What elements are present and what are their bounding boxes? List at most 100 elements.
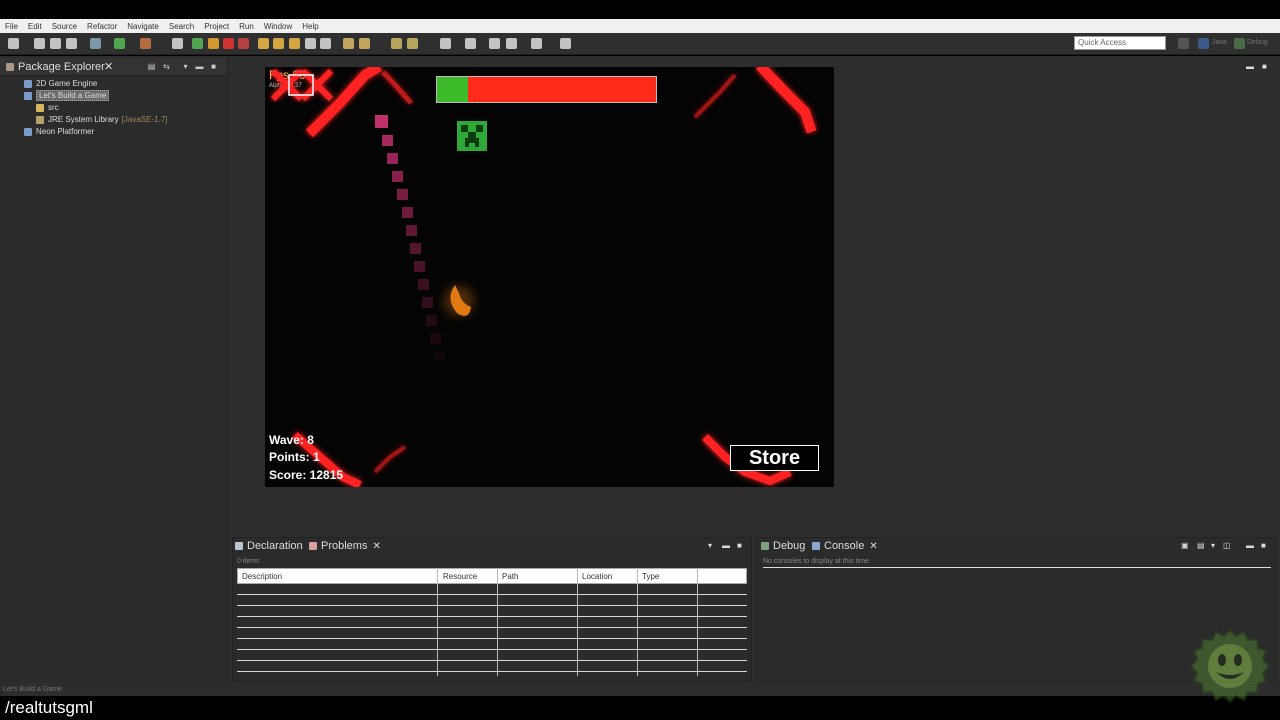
menu-run[interactable]: Run bbox=[239, 22, 254, 31]
menu-refactor[interactable]: Refactor bbox=[87, 22, 117, 31]
minimize-icon[interactable]: ▬ bbox=[1246, 541, 1254, 550]
tree-item-label: Let's Build a Game bbox=[36, 90, 110, 101]
column-header-description[interactable]: Description bbox=[242, 572, 282, 581]
problems-table-header: Description Resource Path Location Type bbox=[237, 568, 747, 584]
minimize-icon[interactable]: ▬ bbox=[722, 541, 730, 550]
step-over-icon[interactable] bbox=[273, 38, 284, 49]
menu-navigate[interactable]: Navigate bbox=[127, 22, 159, 31]
step-return-icon[interactable] bbox=[289, 38, 300, 49]
column-header-type[interactable]: Type bbox=[642, 572, 659, 581]
display-console-icon[interactable]: ▤ bbox=[1197, 541, 1205, 550]
close-icon[interactable]: ✕ bbox=[104, 60, 113, 73]
save-icon[interactable] bbox=[34, 38, 45, 49]
red-x-icon bbox=[270, 68, 334, 102]
points-label: Points: 1 bbox=[269, 450, 320, 464]
package-explorer-panel: Package Explorer ✕ ▤ ⇆ ▾ ▬ ■ bbox=[0, 58, 228, 682]
close-icon[interactable]: ✕ bbox=[869, 541, 877, 552]
search-icon[interactable] bbox=[407, 38, 418, 49]
pin-console-icon[interactable]: ◫ bbox=[1223, 541, 1231, 550]
print-icon[interactable] bbox=[66, 38, 77, 49]
view-menu-icon[interactable]: ▾ bbox=[708, 541, 712, 550]
new-icon[interactable] bbox=[8, 38, 19, 49]
menubar: File Edit Source Refactor Navigate Search Proj… bbox=[0, 19, 1280, 33]
link-with-editor-icon[interactable]: ⇆ bbox=[162, 62, 171, 71]
external-tools-icon[interactable] bbox=[140, 38, 151, 49]
menu-window[interactable]: Window bbox=[264, 22, 292, 31]
problems-tabbar: Declaration Problems ✕ ▾ ▬ ■ bbox=[233, 538, 751, 556]
step-into-icon[interactable] bbox=[258, 38, 269, 49]
tab-debug-label: Debug bbox=[773, 540, 806, 552]
table-row bbox=[237, 638, 747, 639]
package-folder-icon bbox=[36, 103, 44, 112]
tab-problems-label: Problems bbox=[321, 540, 368, 552]
maximize-icon[interactable]: ■ bbox=[1262, 62, 1267, 71]
open-type-icon[interactable] bbox=[391, 38, 402, 49]
tree-item-label: JRE System Library bbox=[48, 115, 119, 124]
menu-source[interactable]: Source bbox=[52, 22, 77, 31]
debug-perspective-icon[interactable] bbox=[1234, 38, 1245, 49]
tree-item-jre-system-library[interactable]: JRE System Library [JavaSE-1.7] bbox=[36, 114, 168, 125]
package-explorer-header: Package Explorer ✕ ▤ ⇆ ▾ ▬ ■ bbox=[0, 58, 227, 76]
tree-item-2d-game-engine[interactable]: 2D Game Engine bbox=[24, 78, 97, 89]
save-all-icon[interactable] bbox=[50, 38, 61, 49]
tree-item-neon-platformer[interactable]: Neon Platformer bbox=[24, 126, 94, 137]
maximize-icon[interactable]: ■ bbox=[737, 541, 742, 550]
menu-search[interactable]: Search bbox=[169, 22, 194, 31]
tab-console[interactable]: Console ✕ bbox=[812, 540, 878, 552]
run-icon[interactable] bbox=[114, 38, 125, 49]
tree-item-let-s-build-a-game[interactable]: Let's Build a Game bbox=[24, 90, 110, 101]
menu-file[interactable]: File bbox=[5, 22, 18, 31]
package-explorer-title[interactable]: Package Explorer bbox=[18, 61, 105, 73]
terminate-icon[interactable] bbox=[223, 38, 234, 49]
annotation-icon[interactable] bbox=[440, 38, 451, 49]
column-header-path[interactable]: Path bbox=[502, 572, 518, 581]
column-header-resource[interactable]: Resource bbox=[443, 572, 477, 581]
skip-breakpoints-icon[interactable] bbox=[172, 38, 183, 49]
menu-edit[interactable]: Edit bbox=[28, 22, 42, 31]
view-menu-icon[interactable]: ▾ bbox=[181, 62, 190, 71]
java-perspective-label[interactable]: Java bbox=[1212, 39, 1227, 46]
debug-run-icon[interactable] bbox=[90, 38, 101, 49]
tab-debug[interactable]: Debug bbox=[761, 540, 805, 552]
back-icon[interactable] bbox=[489, 38, 500, 49]
resume-icon[interactable] bbox=[192, 38, 203, 49]
next-annotation-icon[interactable] bbox=[465, 38, 476, 49]
disconnect-icon[interactable] bbox=[238, 38, 249, 49]
minimize-icon[interactable]: ▬ bbox=[1246, 62, 1254, 71]
drop-to-frame-icon[interactable] bbox=[305, 38, 316, 49]
menu-help[interactable]: Help bbox=[302, 22, 318, 31]
open-perspective-icon[interactable] bbox=[1178, 38, 1189, 49]
debug-perspective-label[interactable]: Debug bbox=[1247, 39, 1268, 46]
tree-item-src[interactable]: src bbox=[36, 102, 59, 113]
collapse-all-icon[interactable]: ▤ bbox=[147, 62, 156, 71]
tab-problems[interactable]: Problems ✕ bbox=[309, 540, 381, 552]
store-button[interactable]: Store bbox=[730, 445, 819, 471]
close-icon[interactable]: ✕ bbox=[372, 541, 380, 552]
suspend-icon[interactable] bbox=[208, 38, 219, 49]
maximize-icon[interactable]: ■ bbox=[1261, 541, 1266, 550]
tab-declaration[interactable]: Declaration bbox=[235, 540, 303, 552]
game-window[interactable]: Fps 60 Alpha V3.37 Wave: 8 Points: 1 Sco… bbox=[265, 67, 834, 487]
pin-editor-icon[interactable] bbox=[560, 38, 571, 49]
creeper-enemy-icon bbox=[457, 121, 487, 151]
menu-project[interactable]: Project bbox=[204, 22, 229, 31]
table-row bbox=[237, 616, 747, 617]
minimize-icon[interactable]: ▬ bbox=[195, 62, 204, 71]
maximize-icon[interactable]: ■ bbox=[209, 62, 218, 71]
pink-enemy bbox=[375, 115, 388, 128]
forward-history-icon[interactable] bbox=[531, 38, 542, 49]
open-console-icon[interactable]: ▣ bbox=[1181, 541, 1189, 550]
forward-icon[interactable] bbox=[506, 38, 517, 49]
new-package-icon[interactable] bbox=[359, 38, 370, 49]
quick-access-input[interactable]: Quick Access bbox=[1074, 36, 1166, 50]
use-step-filters-icon[interactable] bbox=[320, 38, 331, 49]
tree-item-decoration: [JavaSE-1.7] bbox=[121, 115, 168, 124]
view-menu-icon[interactable]: ▾ bbox=[1211, 541, 1215, 550]
tree-item-label: 2D Game Engine bbox=[36, 79, 98, 88]
java-perspective-icon[interactable] bbox=[1198, 38, 1209, 49]
console-icon bbox=[812, 542, 820, 550]
new-java-project-icon[interactable] bbox=[343, 38, 354, 49]
score-label: Score: 12815 bbox=[269, 468, 344, 482]
column-header-location[interactable]: Location bbox=[582, 572, 612, 581]
health-bar-fill bbox=[437, 77, 468, 102]
